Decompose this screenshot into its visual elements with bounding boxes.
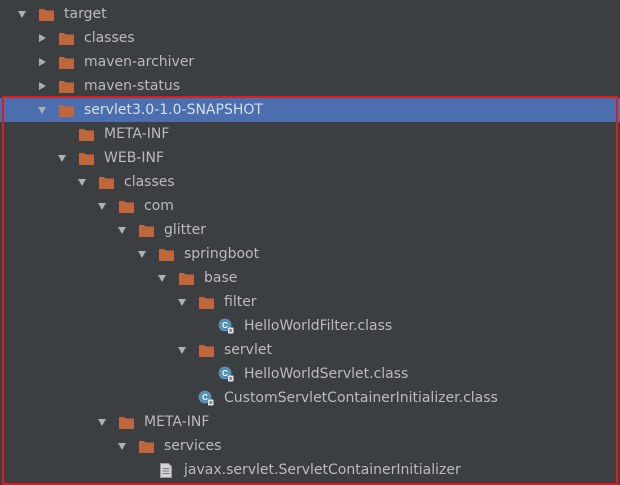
tree-folder-row[interactable]: META-INF (0, 410, 620, 434)
java-class-file-icon: C (198, 386, 214, 410)
tree-item-label: target (64, 6, 107, 22)
tree-folder-row[interactable]: servlet3.0-1.0-SNAPSHOT (0, 98, 620, 122)
folder-icon (138, 218, 154, 242)
expand-arrow-down-icon[interactable] (95, 194, 109, 218)
tree-folder-row[interactable]: filter (0, 290, 620, 314)
tree-folder-row[interactable]: META-INF (0, 122, 620, 146)
tree-folder-row[interactable]: WEB-INF (0, 146, 620, 170)
tree-item-label: META-INF (104, 126, 170, 142)
tree-item-label: com (144, 198, 174, 214)
tree-file-row[interactable]: C HelloWorldFilter.class (0, 314, 620, 338)
folder-icon (118, 194, 134, 218)
project-tree: target classes maven-archiver maven-status s… (0, 2, 620, 482)
folder-icon (58, 50, 74, 74)
expand-arrow-down-icon[interactable] (175, 290, 189, 314)
tree-item-label: classes (124, 174, 175, 190)
tree-item-label: META-INF (144, 414, 210, 430)
tree-item-label: filter (224, 294, 257, 310)
expand-arrow-down-icon[interactable] (115, 434, 129, 458)
java-class-file-icon: C (218, 362, 234, 386)
folder-icon (118, 410, 134, 434)
expand-arrow-down-icon[interactable] (155, 266, 169, 290)
svg-text:C: C (222, 321, 228, 330)
collapse-arrow-right-icon[interactable] (35, 74, 49, 98)
tree-folder-row[interactable]: services (0, 434, 620, 458)
expand-arrow-down-icon[interactable] (95, 410, 109, 434)
tree-item-label: springboot (184, 246, 260, 262)
tree-folder-row[interactable]: target (0, 2, 620, 26)
folder-icon (198, 338, 214, 362)
tree-folder-row[interactable]: classes (0, 170, 620, 194)
tree-item-label: HelloWorldFilter.class (244, 318, 393, 334)
folder-icon (58, 98, 74, 122)
expand-arrow-down-icon[interactable] (135, 242, 149, 266)
svg-text:C: C (202, 393, 208, 402)
tree-folder-row[interactable]: classes (0, 26, 620, 50)
tree-item-label: classes (84, 30, 135, 46)
tree-item-label: base (204, 270, 238, 286)
tree-item-label: maven-archiver (84, 54, 195, 70)
folder-icon (58, 74, 74, 98)
folder-icon (58, 26, 74, 50)
collapse-arrow-right-icon[interactable] (35, 50, 49, 74)
tree-file-row[interactable]: javax.servlet.ServletContainerInitialize… (0, 458, 620, 482)
expand-arrow-down-icon[interactable] (35, 98, 49, 122)
tree-folder-row[interactable]: servlet (0, 338, 620, 362)
folder-icon (78, 146, 94, 170)
folder-icon (158, 242, 174, 266)
tree-folder-row[interactable]: maven-archiver (0, 50, 620, 74)
tree-item-label: maven-status (84, 78, 181, 94)
tree-folder-row[interactable]: glitter (0, 218, 620, 242)
folder-icon (178, 266, 194, 290)
tree-item-label: CustomServletContainerInitializer.class (224, 390, 498, 406)
svg-text:C: C (222, 369, 228, 378)
java-class-file-icon: C (218, 314, 234, 338)
tree-item-label: glitter (164, 222, 207, 238)
text-file-icon (158, 458, 174, 482)
tree-folder-row[interactable]: maven-status (0, 74, 620, 98)
tree-item-label: servlet3.0-1.0-SNAPSHOT (84, 102, 263, 118)
tree-item-label: javax.servlet.ServletContainerInitialize… (184, 462, 461, 478)
folder-icon (138, 434, 154, 458)
expand-arrow-down-icon[interactable] (55, 146, 69, 170)
tree-item-label: WEB-INF (104, 150, 164, 166)
expand-arrow-down-icon[interactable] (75, 170, 89, 194)
folder-icon (198, 290, 214, 314)
folder-icon (98, 170, 114, 194)
tree-file-row[interactable]: C HelloWorldServlet.class (0, 362, 620, 386)
tree-item-label: services (164, 438, 222, 454)
tree-folder-row[interactable]: base (0, 266, 620, 290)
expand-arrow-down-icon[interactable] (175, 338, 189, 362)
folder-icon (38, 2, 54, 26)
tree-folder-row[interactable]: springboot (0, 242, 620, 266)
expand-arrow-down-icon[interactable] (15, 2, 29, 26)
tree-folder-row[interactable]: com (0, 194, 620, 218)
tree-file-row[interactable]: C CustomServletContainerInitializer.class (0, 386, 620, 410)
tree-item-label: HelloWorldServlet.class (244, 366, 409, 382)
folder-icon (78, 122, 94, 146)
expand-arrow-down-icon[interactable] (115, 218, 129, 242)
collapse-arrow-right-icon[interactable] (35, 26, 49, 50)
tree-item-label: servlet (224, 342, 272, 358)
